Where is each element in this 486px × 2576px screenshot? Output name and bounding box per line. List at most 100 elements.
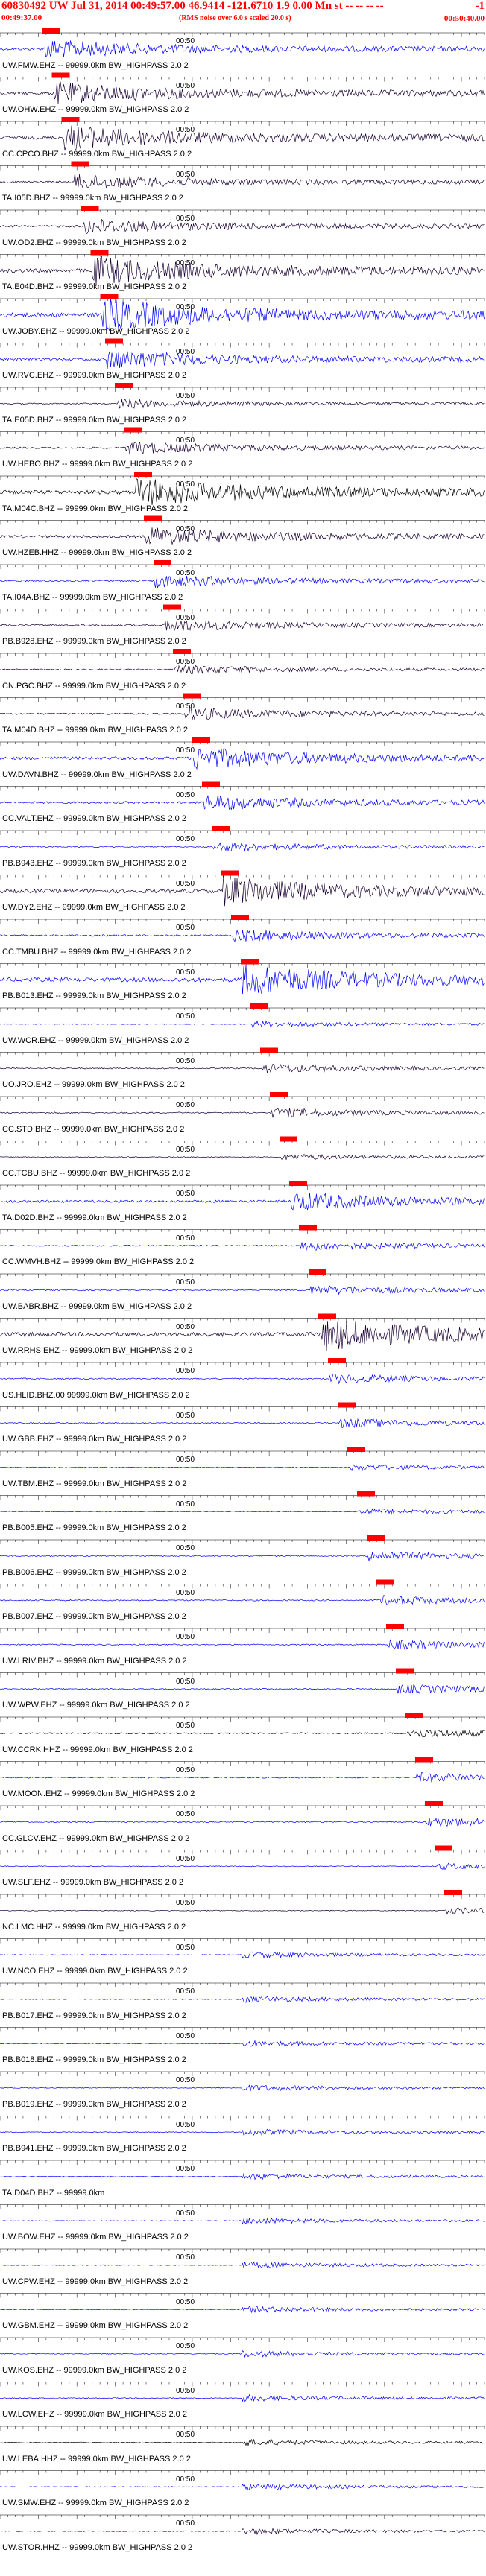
waveform-trace xyxy=(0,2393,485,2402)
plot-header: 60830492 UW Jul 31, 2014 00:49:57.00 46.… xyxy=(0,0,486,27)
waveform-trace xyxy=(0,2040,485,2047)
waveform-trace xyxy=(0,399,485,409)
waveform-trace xyxy=(0,2084,485,2092)
phase-pick-marker xyxy=(405,1713,423,1718)
waveform-trace xyxy=(0,1020,485,1028)
waveform-trace xyxy=(0,255,485,286)
waveform-trace xyxy=(0,1285,485,1295)
waveform-trace xyxy=(0,1817,485,1827)
phase-pick-marker xyxy=(100,294,119,299)
waveform-trace xyxy=(0,1551,485,1561)
waveform-trace xyxy=(0,1242,485,1251)
phase-pick-marker xyxy=(318,1313,336,1319)
waveform-trace xyxy=(0,2128,485,2136)
waveform-trace xyxy=(0,2261,485,2269)
phase-pick-marker xyxy=(81,206,99,211)
waveform-trace xyxy=(0,1063,485,1074)
waveform-trace xyxy=(0,1108,485,1118)
phase-pick-marker xyxy=(250,1003,268,1009)
waveform-trace xyxy=(0,2306,485,2313)
seismogram-plot xyxy=(0,28,485,2536)
waveform-trace xyxy=(0,619,485,632)
waveform-trace xyxy=(0,2483,485,2490)
waveform-trace xyxy=(0,748,485,770)
phase-pick-marker xyxy=(376,1579,394,1585)
waveform-trace xyxy=(0,2527,485,2536)
phase-pick-marker xyxy=(260,1047,278,1053)
phase-pick-marker xyxy=(105,338,123,344)
phase-pick-marker xyxy=(115,383,133,388)
phase-pick-marker xyxy=(212,826,230,831)
waveform-trace xyxy=(0,1729,485,1738)
waveform-trace xyxy=(0,527,485,545)
waveform-trace xyxy=(0,351,485,369)
phase-pick-marker xyxy=(90,250,109,256)
phase-pick-marker xyxy=(163,604,181,610)
waveform-trace xyxy=(0,298,485,332)
end-time: 00:50:40.00 xyxy=(444,14,485,23)
phase-pick-marker xyxy=(42,28,60,34)
waveform-trace xyxy=(0,173,485,188)
plot-subtitle: (RMS noise over 6.0 s scaled 20.0 s) xyxy=(179,14,291,22)
phase-pick-marker xyxy=(270,1092,288,1097)
waveform-trace xyxy=(0,664,485,675)
waveform-trace xyxy=(0,1464,485,1471)
waveform-trace xyxy=(0,2438,485,2446)
phase-pick-marker xyxy=(425,1801,443,1806)
phase-pick-marker xyxy=(61,117,80,122)
waveform-trace xyxy=(0,706,485,720)
phase-pick-marker xyxy=(221,870,239,876)
phase-pick-marker xyxy=(435,1845,452,1851)
phase-pick-marker xyxy=(367,1535,385,1541)
waveform-trace xyxy=(0,1418,485,1429)
event-title: 60830492 UW Jul 31, 2014 00:49:57.00 46.… xyxy=(1,0,384,12)
waveform-trace xyxy=(0,1951,485,1959)
phase-pick-marker xyxy=(328,1358,346,1363)
phase-pick-marker xyxy=(51,72,70,78)
phase-pick-marker xyxy=(386,1624,404,1629)
waveform-trace xyxy=(0,1907,485,1915)
phase-pick-marker xyxy=(71,161,89,167)
waveform-trace xyxy=(0,2217,485,2225)
waveform-trace xyxy=(0,40,485,57)
waveform-trace xyxy=(0,795,485,810)
phase-pick-marker xyxy=(173,649,191,654)
waveform-trace xyxy=(0,1373,485,1385)
phase-pick-marker xyxy=(183,693,201,699)
right-mark: -1 xyxy=(475,0,485,12)
phase-pick-marker xyxy=(280,1136,297,1142)
phase-pick-marker xyxy=(192,737,210,743)
waveform-trace xyxy=(0,1772,485,1783)
phase-pick-marker xyxy=(289,1181,307,1186)
waveform-trace xyxy=(0,1321,485,1351)
phase-pick-marker xyxy=(231,915,249,920)
waveform-trace xyxy=(0,1152,485,1161)
phase-pick-marker xyxy=(202,781,220,787)
phase-pick-marker xyxy=(309,1269,326,1275)
phase-pick-marker xyxy=(396,1668,414,1674)
waveform-trace xyxy=(0,81,485,104)
phase-pick-marker xyxy=(347,1447,365,1452)
waveform-trace xyxy=(0,1862,485,1871)
waveform-trace xyxy=(0,2350,485,2358)
phase-pick-marker xyxy=(124,427,142,433)
waveform-trace xyxy=(0,964,485,994)
phase-pick-marker xyxy=(299,1225,317,1231)
waveform-trace xyxy=(0,218,485,235)
waveform-trace xyxy=(0,576,485,589)
phase-pick-marker xyxy=(144,515,162,521)
phase-pick-marker xyxy=(338,1402,356,1408)
phase-pick-marker xyxy=(241,959,259,965)
phase-pick-marker xyxy=(134,472,152,477)
waveform-trace xyxy=(0,478,485,505)
phase-pick-marker xyxy=(357,1491,375,1497)
waveform-trace xyxy=(0,1996,485,2003)
waveform-trace xyxy=(0,125,485,151)
waveform-trace xyxy=(0,1595,485,1605)
waveform-trace xyxy=(0,1508,485,1516)
start-time: 00:49:37.00 xyxy=(1,13,42,22)
phase-pick-marker xyxy=(444,1890,462,1895)
waveform-trace xyxy=(0,875,485,907)
waveform-trace xyxy=(0,2172,485,2180)
waveform-trace xyxy=(0,1639,485,1650)
